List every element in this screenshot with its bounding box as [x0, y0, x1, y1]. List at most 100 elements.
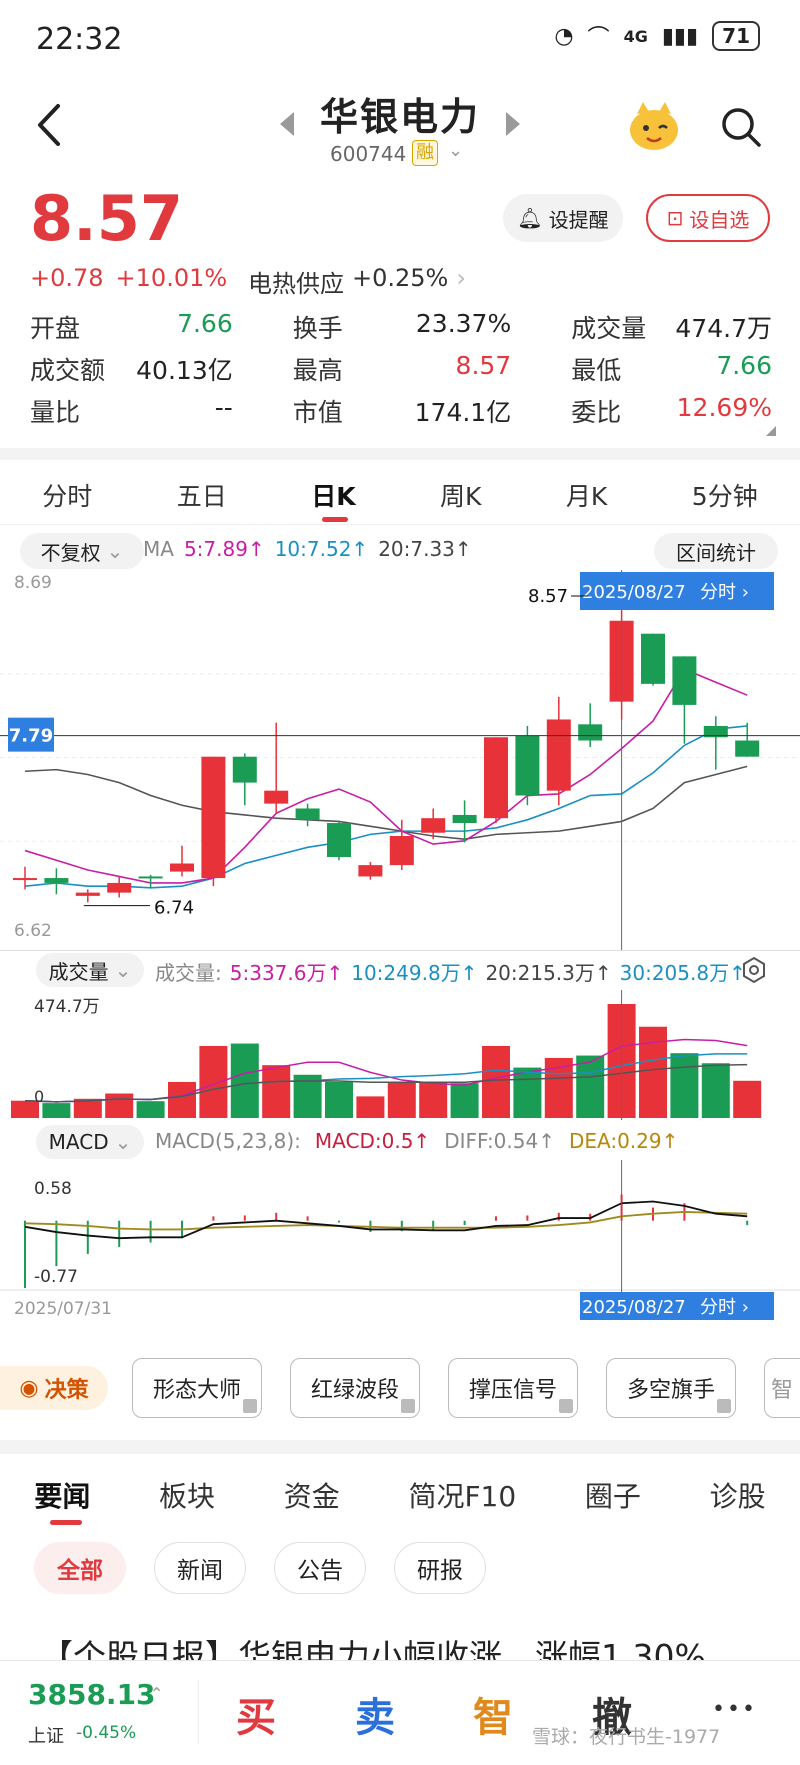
back-icon[interactable]	[30, 100, 70, 150]
tab-period-0[interactable]: 分时	[42, 477, 92, 513]
stat-label: 委比	[571, 398, 622, 427]
tab-period-5[interactable]: 5分钟	[692, 477, 758, 513]
tool-bull-bear-flag[interactable]: 多空旗手	[606, 1358, 736, 1418]
expand-corner-icon[interactable]	[766, 426, 776, 436]
tab-news-2[interactable]: 资金	[284, 1475, 340, 1515]
tool-red-green-band[interactable]: 红绿波段	[290, 1358, 420, 1418]
spacer	[0, 1330, 800, 1340]
stat-value: 7.66	[177, 309, 233, 338]
range-stats-button[interactable]: 区间统计	[654, 533, 778, 569]
dea-value: DEA:0.29↑	[568, 1129, 679, 1153]
adjust-select[interactable]: 不复权 ⌄	[20, 533, 144, 569]
stat-value: 474.7万	[675, 314, 772, 343]
chevron-down-icon[interactable]: ⌄	[448, 140, 463, 161]
tab-period-2[interactable]: 日K	[311, 477, 355, 513]
index-name: 上证	[28, 1726, 64, 1747]
candle-body	[484, 737, 508, 819]
chip-research[interactable]: 研报	[394, 1542, 486, 1594]
candle-body	[358, 865, 383, 877]
next-stock-icon[interactable]	[506, 112, 520, 136]
set-alert-button[interactable]: 🔔︎ 设提醒	[503, 194, 623, 242]
margin-trading-tag: 融	[412, 140, 438, 166]
stat-cell: 量比 --	[30, 393, 233, 429]
sector-link[interactable]: 电热供应 +0.25% ›	[248, 264, 466, 299]
tab-period-3[interactable]: 周K	[440, 477, 481, 513]
index-value[interactable]: 3858.13	[28, 1678, 156, 1711]
candle-body	[578, 724, 603, 741]
tab-news-4[interactable]: 圈子	[585, 1475, 641, 1515]
crosshair-price-label: 7.79	[9, 726, 53, 747]
macd-value: MACD:0.5↑	[314, 1129, 431, 1153]
diff-value: DIFF:0.54↑	[444, 1129, 555, 1153]
add-watchlist-button[interactable]: ⊡ 设自选	[646, 194, 770, 242]
volume-bar	[168, 1081, 196, 1118]
tool-support-resistance[interactable]: 撑压信号	[448, 1358, 578, 1418]
mascot-icon[interactable]	[625, 100, 683, 152]
smart-button[interactable]: 智	[473, 1685, 513, 1743]
macd-chart[interactable]: 0.58 -0.77 2025/07/31 2025/08/27 分时 ›	[0, 1160, 800, 1320]
section-divider	[0, 1440, 800, 1454]
ma-legend: MA 5:7.89↑ 10:7.52↑ 20:7.33↑	[143, 537, 472, 561]
stat-value: 40.13亿	[136, 356, 233, 385]
news-tab-indicator	[50, 1520, 82, 1525]
prev-stock-icon[interactable]	[280, 112, 294, 136]
period-tab-indicator	[322, 517, 348, 522]
macd-indicator-select[interactable]: MACD ⌄	[36, 1125, 144, 1159]
buy-button[interactable]: 买	[236, 1685, 276, 1743]
stat-label: 最高	[292, 356, 343, 385]
tool-smart[interactable]: 智	[764, 1358, 800, 1418]
macd-select-label: MACD	[48, 1130, 109, 1154]
section-divider	[0, 448, 800, 460]
status-icons: ◔ ⌒ 4G ▮▮▮ 71	[554, 20, 760, 52]
decision-badge[interactable]: ◉ 决策	[0, 1366, 108, 1410]
diff-line	[24, 1200, 748, 1240]
lock-icon	[559, 1399, 573, 1413]
chevron-up-icon[interactable]: ⌃	[150, 1684, 163, 1703]
stat-label: 成交额	[30, 356, 106, 385]
settings-gear-icon[interactable]	[740, 956, 768, 984]
search-icon[interactable]	[720, 106, 762, 148]
volume-chart[interactable]: 474.7万 0	[0, 990, 800, 1120]
tab-period-1[interactable]: 五日	[177, 477, 227, 513]
decision-label: 决策	[44, 1378, 89, 1403]
candle-body	[515, 735, 540, 796]
chevron-down-icon: ⌄	[114, 958, 132, 982]
stat-row: 开盘 7.66 换手 23.37% 成交量 474.7万	[30, 306, 772, 348]
tabs-divider	[0, 524, 800, 525]
tool-label: 红绿波段	[310, 1378, 399, 1403]
vol-ma20-line	[24, 1063, 748, 1103]
news-tabs: 要闻 板块 资金 简况F10 圈子 诊股	[0, 1470, 800, 1520]
candle-body	[201, 756, 226, 879]
candle-body	[13, 878, 37, 881]
chip-all[interactable]: 全部	[34, 1542, 126, 1594]
tab-news-1[interactable]: 板块	[159, 1475, 215, 1515]
tab-news-0[interactable]: 要闻	[34, 1475, 90, 1515]
candle-body	[735, 740, 760, 757]
candle-body	[672, 656, 697, 705]
volume-max-label: 474.7万	[34, 997, 100, 1017]
volume-indicator-select[interactable]: 成交量 ⌄	[36, 953, 144, 987]
candle-body	[327, 823, 351, 858]
candle-body	[44, 878, 69, 883]
chip-announcements[interactable]: 公告	[274, 1542, 366, 1594]
stat-value: 174.1亿	[414, 398, 512, 427]
macd-params: MACD(5,23,8):	[155, 1129, 301, 1153]
candle-body	[170, 863, 194, 872]
tab-news-5[interactable]: 诊股	[710, 1475, 766, 1515]
stat-label: 量比	[30, 398, 81, 427]
tab-news-3[interactable]: 简况F10	[408, 1475, 516, 1515]
chip-news[interactable]: 新闻	[154, 1542, 246, 1594]
tab-period-4[interactable]: 月K	[566, 477, 607, 513]
chevron-down-icon: ⌄	[114, 1130, 132, 1154]
sell-button[interactable]: 卖	[355, 1685, 395, 1743]
volume-zero-label: 0	[34, 1087, 44, 1106]
index-change: -0.45%	[76, 1723, 137, 1743]
more-icon[interactable]: •••	[712, 1697, 757, 1722]
current-price: 8.57	[30, 182, 183, 255]
candle-body	[452, 814, 477, 824]
ma5-value: 5:7.89↑	[183, 537, 265, 561]
volume-bar	[733, 1080, 762, 1118]
tool-pattern-master[interactable]: 形态大师	[132, 1358, 262, 1418]
kline-chart[interactable]: 8.69 6.62 7.79 2025/08/27 分时 › 8.57 6.74	[0, 570, 800, 950]
stat-label: 开盘	[30, 314, 81, 343]
